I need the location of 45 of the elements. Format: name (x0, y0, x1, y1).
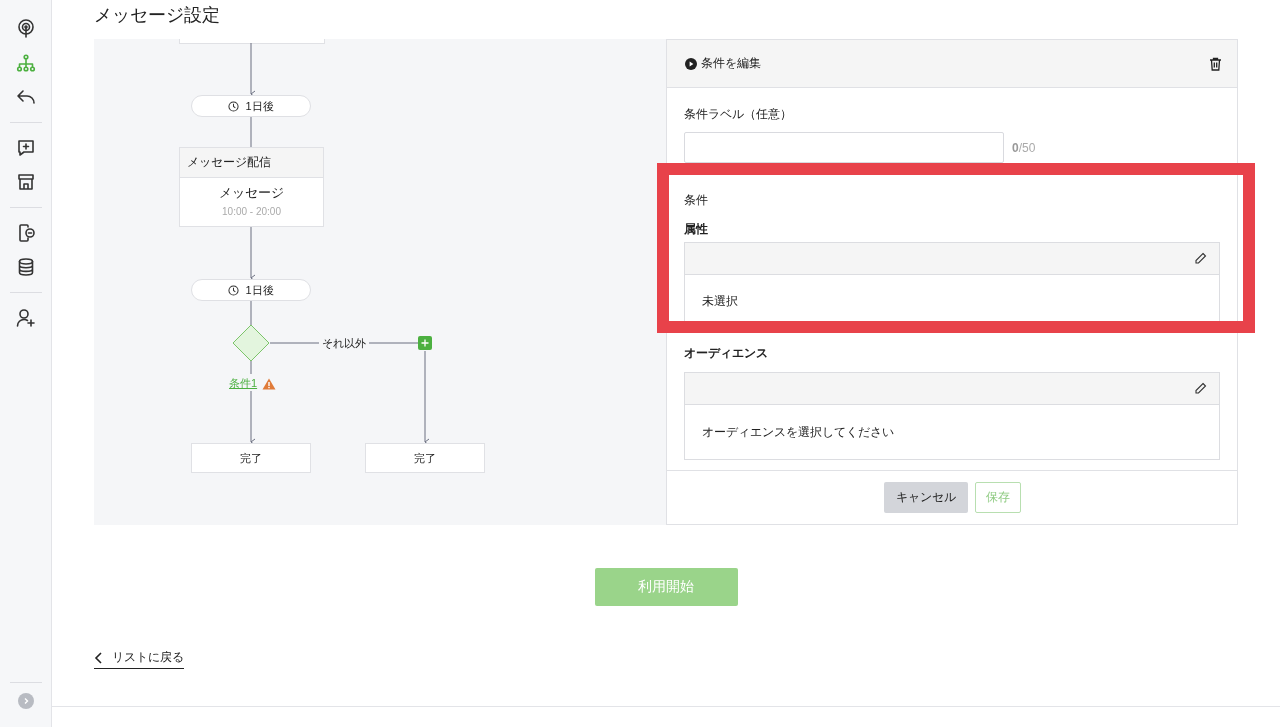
delay-node[interactable]: 1日後 (191, 279, 311, 301)
clock-icon (228, 100, 240, 112)
add-message-icon (15, 138, 36, 158)
character-counter: 0/50 (1012, 140, 1036, 155)
connector-line (250, 116, 252, 148)
edit-button[interactable] (1192, 250, 1209, 267)
delivery-time: 10:00 - 20:00 (222, 206, 281, 217)
connector-arrow (250, 42, 256, 98)
clock-icon (228, 284, 240, 296)
page-title: メッセージ設定 (94, 4, 221, 27)
pencil-icon (1194, 252, 1207, 265)
end-node[interactable]: 完了 (365, 443, 485, 473)
message-node[interactable]: メッセージ配信 メッセージ 10:00 - 20:00 (179, 147, 324, 227)
connector-line (250, 300, 252, 326)
broadcast-icon (15, 19, 36, 39)
branch-label: それ以外 (321, 336, 367, 351)
delay-label: 1日後 (245, 282, 274, 298)
section-label: 条件 (684, 192, 709, 209)
end-node[interactable]: 完了 (191, 443, 311, 473)
connector-arrow (250, 226, 256, 282)
edit-button[interactable] (1192, 380, 1209, 397)
cancel-button[interactable]: キャンセル (883, 482, 968, 513)
message-title: メッセージ (219, 184, 284, 202)
back-link[interactable]: リストに戻る (94, 649, 184, 669)
add-user-icon (15, 308, 36, 328)
play-icon (685, 57, 697, 70)
panel-title: 条件を編集 (701, 55, 761, 72)
connector-arrow (250, 390, 256, 446)
delay-node[interactable]: 1日後 (191, 95, 311, 117)
chevron-left-icon (94, 651, 104, 664)
attribute-value: 未選択 (702, 292, 738, 310)
condition-label-input[interactable] (684, 132, 1004, 163)
hierarchy-icon (15, 53, 36, 73)
connector-line (250, 360, 252, 375)
reply-icon (15, 87, 36, 107)
pencil-icon (1194, 382, 1207, 395)
message-node-header: メッセージ配信 (180, 148, 323, 178)
field-label: 条件ラベル（任意） (684, 106, 793, 123)
shop-icon (15, 172, 36, 192)
audience-value: オーディエンスを選択してください (702, 423, 894, 441)
delay-label: 1日後 (245, 98, 274, 114)
plus-icon (421, 339, 429, 347)
audience-heading: オーディエンス (684, 345, 769, 362)
attribute-heading: 属性 (684, 221, 709, 238)
trash-icon (1209, 56, 1222, 71)
